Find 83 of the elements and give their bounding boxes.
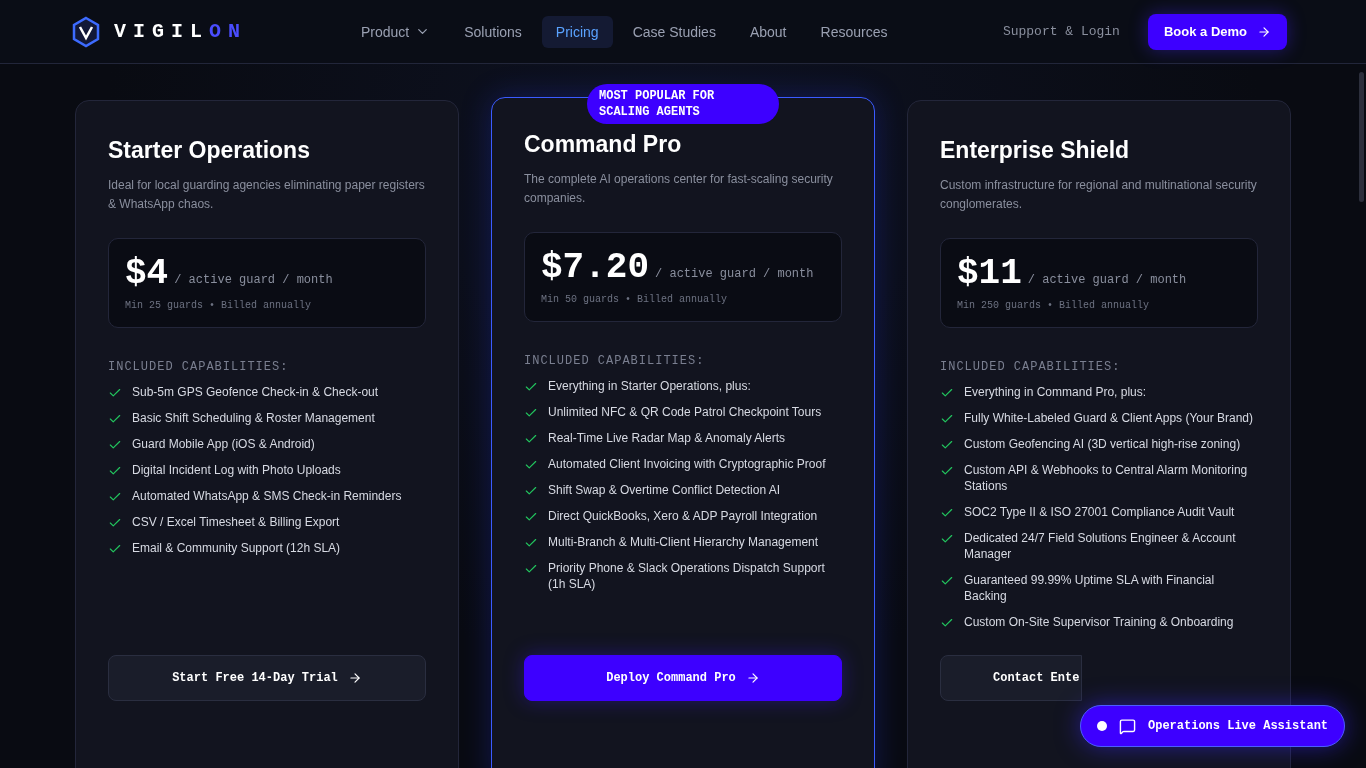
- billing-terms: Min 25 guards • Billed annually: [125, 300, 313, 311]
- billing-terms: Min 50 guards • Billed annually: [541, 294, 729, 305]
- check-icon: [940, 574, 954, 588]
- feature-text: Custom API & Webhooks to Central Alarm Monitoring Stations: [964, 462, 1249, 494]
- shield-logo-icon: [72, 15, 100, 48]
- price: $4: [125, 253, 169, 294]
- check-icon: [940, 386, 954, 400]
- check-icon: [108, 412, 122, 426]
- feature-text: Everything in Command Pro, plus:: [964, 384, 1147, 400]
- feature-text: Priority Phone & Slack Operations Dispatch Support (1h SLA): [548, 560, 826, 592]
- feature-text: Guard Mobile App (iOS & Android): [132, 436, 315, 452]
- feature-text: Sub-5m GPS Geofence Check-in & Check-out: [132, 384, 379, 400]
- live-assistant-button[interactable]: Operations Live Assistant: [1080, 705, 1346, 747]
- plan-description: Custom infrastructure for regional and multinational security conglomerates.: [940, 177, 1258, 213]
- check-icon: [940, 438, 954, 452]
- check-icon: [524, 406, 538, 420]
- feature-text: Multi-Branch & Multi-Client Hierarchy Management: [548, 534, 819, 550]
- nav-link[interactable]: Pricing: [541, 15, 613, 48]
- feature-text: Basic Shift Scheduling & Roster Management: [132, 410, 375, 426]
- plan-title: Starter Operations: [108, 137, 311, 164]
- nav-link[interactable]: Product: [347, 15, 445, 48]
- price: $7.20: [541, 247, 650, 288]
- feature-text: Fully White-Labeled Guard & Client Apps (Your Brand): [964, 410, 1254, 426]
- check-icon: [108, 464, 122, 478]
- check-icon: [524, 432, 538, 446]
- feature-text: Shift Swap & Overtime Conflict Detection AI: [548, 482, 781, 498]
- check-icon: [108, 516, 122, 530]
- plan-cta-button[interactable]: Deploy Command Pro: [524, 655, 842, 701]
- billing-terms: Min 250 guards • Billed annually: [957, 300, 1151, 311]
- feature-text: Automated WhatsApp & SMS Check-in Reminders: [132, 488, 402, 504]
- check-icon: [524, 380, 538, 394]
- feature-text: Digital Incident Log with Photo Uploads: [132, 462, 341, 478]
- check-icon: [524, 562, 538, 576]
- feature-text: Automated Client Invoicing with Cryptographic Proof: [548, 456, 826, 472]
- nav-link[interactable]: Case Studies: [618, 15, 730, 48]
- nav-link[interactable]: Solutions: [450, 15, 536, 48]
- section-heading: INCLUDED CAPABILITIES:: [940, 360, 1122, 374]
- check-icon: [524, 484, 538, 498]
- price-unit: / active guard / month: [1027, 273, 1187, 287]
- section-heading: INCLUDED CAPABILITIES:: [108, 360, 290, 374]
- plan-description: Ideal for local guarding agencies eliminating paper registers & WhatsApp chaos.: [108, 177, 426, 213]
- check-icon: [108, 490, 122, 504]
- popular-badge: MOST POPULAR FOR SCALING AGENTS: [587, 84, 779, 124]
- check-icon: [940, 616, 954, 630]
- price-unit: / active guard / month: [655, 267, 814, 281]
- brand-wordmark[interactable]: VIGIL ON: [114, 20, 248, 43]
- plan-title: Enterprise Shield: [940, 137, 1131, 164]
- feature-text: Custom On-Site Supervisor Training & Onboarding: [964, 614, 1234, 630]
- feature-text: Unlimited NFC & QR Code Patrol Checkpoint Tours: [548, 404, 822, 420]
- feature-text: CSV / Excel Timesheet & Billing Export: [132, 514, 340, 530]
- check-icon: [940, 464, 954, 478]
- feature-text: Dedicated 24/7 Field Solutions Engineer & Account Manager: [964, 530, 1237, 562]
- feature-text: Everything in Starter Operations, plus:: [548, 378, 751, 394]
- arrow-right-icon: [745, 671, 760, 685]
- price: $11: [957, 253, 1022, 294]
- feature-text: Custom Geofencing AI (3D vertical high-rise zoning): [964, 436, 1241, 452]
- price-unit: / active guard / month: [174, 273, 333, 287]
- support-login-link[interactable]: Support & Login: [1002, 24, 1120, 39]
- feature-text: SOC2 Type II & ISO 27001 Compliance Audit Vault: [964, 504, 1235, 520]
- check-icon: [108, 386, 122, 400]
- plan-cta-button[interactable]: Contact Ente: [940, 655, 1082, 701]
- chat-bubble-icon: [1119, 717, 1136, 735]
- feature-text: Email & Community Support (12h SLA): [132, 540, 341, 556]
- scrollbar-thumb[interactable]: [1359, 72, 1364, 202]
- check-icon: [108, 438, 122, 452]
- arrow-right-icon: [347, 671, 362, 685]
- check-icon: [940, 532, 954, 546]
- check-icon: [940, 412, 954, 426]
- plan-cta-button[interactable]: Start Free 14-Day Trial: [108, 655, 426, 701]
- plan-title: Command Pro: [524, 131, 683, 158]
- feature-text: Guaranteed 99.99% Uptime SLA with Financial Backing: [964, 572, 1216, 604]
- check-icon: [524, 510, 538, 524]
- check-icon: [524, 536, 538, 550]
- nav-link[interactable]: About: [735, 15, 801, 48]
- check-icon: [524, 458, 538, 472]
- book-demo-button[interactable]: Book a Demo: [1147, 13, 1287, 50]
- section-heading: INCLUDED CAPABILITIES:: [524, 354, 706, 368]
- plan-description: The complete AI operations center for fast-scaling security companies.: [524, 171, 834, 207]
- check-icon: [108, 542, 122, 556]
- feature-text: Real-Time Live Radar Map & Anomaly Alerts: [548, 430, 785, 446]
- nav-link[interactable]: Resources: [806, 15, 902, 48]
- check-icon: [940, 506, 954, 520]
- feature-text: Direct QuickBooks, Xero & ADP Payroll Integration: [548, 508, 818, 524]
